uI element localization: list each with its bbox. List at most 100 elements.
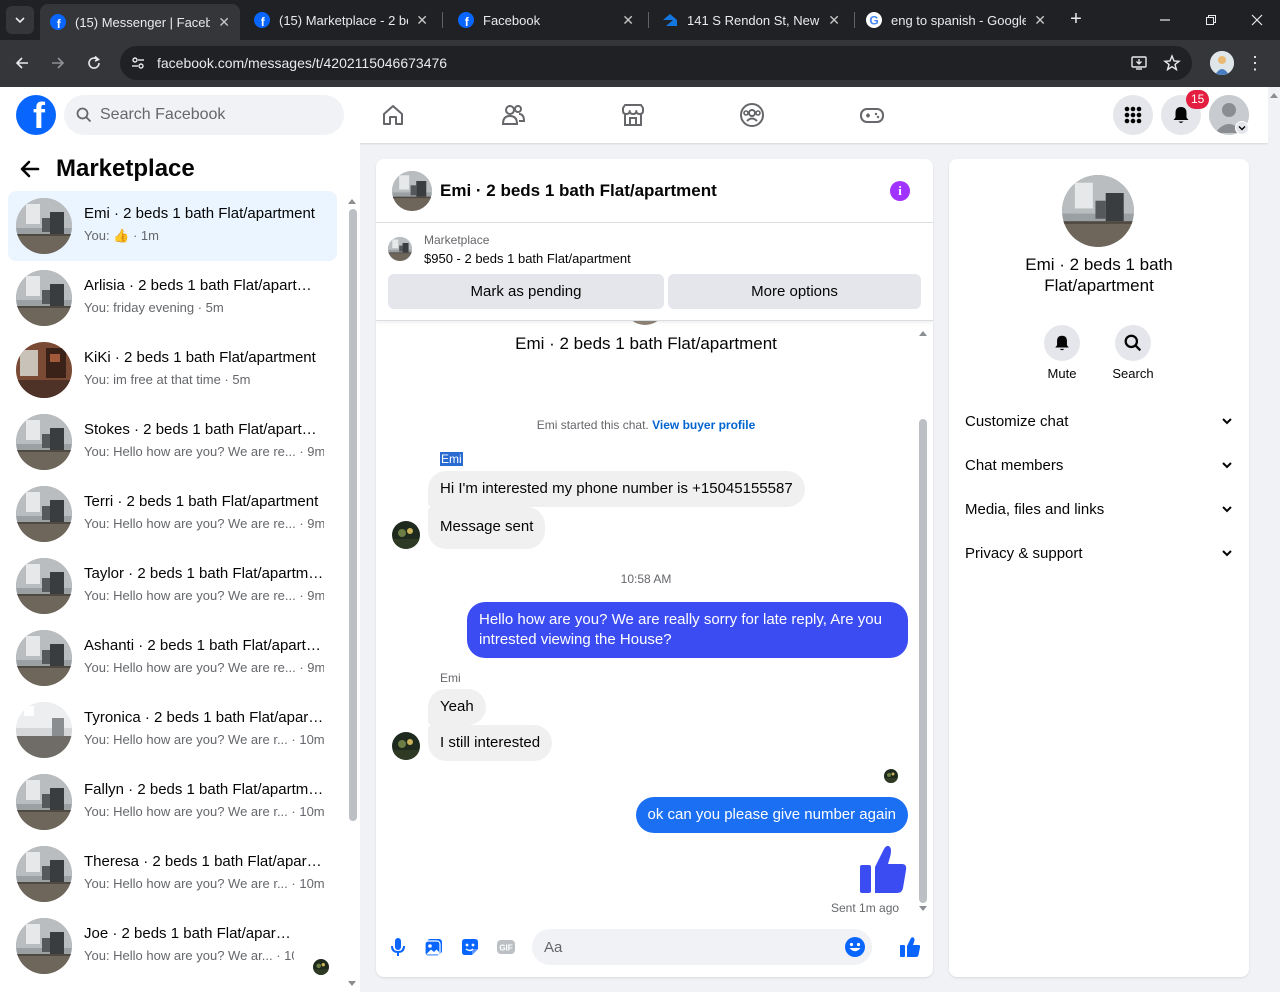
scrollbar-thumb[interactable] xyxy=(919,419,927,903)
conversation-item[interactable]: Joe · 2 beds 1 bath Flat/apartment You: … xyxy=(8,911,337,981)
incoming-message[interactable]: Message sent xyxy=(428,507,546,549)
scroll-up-icon[interactable] xyxy=(1269,91,1279,99)
message-input[interactable] xyxy=(544,929,844,965)
emoji-icon[interactable] xyxy=(844,936,866,958)
conversation-preview: You: 👍 · 1m xyxy=(84,228,159,243)
incoming-message[interactable]: Yeah xyxy=(428,689,486,725)
incoming-message[interactable]: Hi I'm interested my phone number is +15… xyxy=(428,471,805,507)
tab-title: eng to spanish - Google Search xyxy=(891,12,1027,28)
tab-title: (15) Messenger | Facebook xyxy=(75,14,211,30)
conversation-item[interactable]: Fallyn · 2 beds 1 bath Flat/apartment Yo… xyxy=(8,767,337,837)
chat-title[interactable]: Emi · 2 beds 1 bath Flat/apartment xyxy=(440,181,717,201)
photo-icon xyxy=(424,939,442,957)
conversation-name: Terri · 2 beds 1 bath Flat/apartment xyxy=(84,493,319,510)
thread-scrollbar[interactable] xyxy=(917,329,929,915)
menu-button[interactable] xyxy=(1113,95,1153,135)
tab-search-button[interactable] xyxy=(6,6,34,34)
sidebar-scrollbar[interactable] xyxy=(347,195,357,992)
scroll-down-icon[interactable] xyxy=(918,905,928,913)
bookmark-star-icon[interactable] xyxy=(1163,54,1181,72)
send-like-button[interactable] xyxy=(899,936,921,958)
sticker-button[interactable] xyxy=(459,936,481,958)
close-icon[interactable]: ✕ xyxy=(218,14,230,31)
nav-gaming[interactable] xyxy=(858,101,886,129)
outgoing-message[interactable]: ok can you please give number again xyxy=(635,797,908,833)
close-icon xyxy=(1251,14,1263,26)
conversation-item[interactable]: Theresa · 2 beds 1 bath Flat/apartment Y… xyxy=(8,839,337,909)
section-label: Privacy & support xyxy=(965,544,1083,562)
close-icon[interactable]: ✕ xyxy=(828,12,840,29)
message-thread: Emi · 2 beds 1 bath Flat/apartment Emi s… xyxy=(376,321,933,917)
site-settings-icon[interactable] xyxy=(130,55,146,71)
close-window-button[interactable] xyxy=(1234,0,1280,40)
media-files-links-row[interactable]: Media, files and links xyxy=(957,487,1241,531)
listing-price-title[interactable]: $950 - 2 beds 1 bath Flat/apartment xyxy=(424,251,631,266)
chrome-profile-avatar[interactable] xyxy=(1210,51,1234,75)
mark-as-pending-button[interactable]: Mark as pending xyxy=(388,274,664,309)
close-icon[interactable]: ✕ xyxy=(622,12,634,29)
sender-avatar[interactable] xyxy=(392,521,420,549)
nav-marketplace[interactable] xyxy=(619,101,647,129)
sender-name: Emi xyxy=(440,452,463,466)
chat-details-panel: Emi · 2 beds 1 bath Flat/apartment Mute … xyxy=(949,159,1249,977)
like-thumbs-up-icon[interactable] xyxy=(858,843,908,895)
back-button[interactable] xyxy=(10,51,34,75)
nav-home[interactable] xyxy=(379,101,407,129)
facebook-logo[interactable]: f xyxy=(16,95,56,135)
outgoing-message[interactable]: Hello how are you? We are really sorry f… xyxy=(467,602,908,658)
page-scrollbar[interactable] xyxy=(1268,87,1280,992)
voice-clip-button[interactable] xyxy=(387,936,409,958)
tab-facebook[interactable]: f Facebook ✕ xyxy=(448,4,644,36)
arrow-left-icon[interactable] xyxy=(18,157,42,181)
attach-photo-button[interactable] xyxy=(423,936,445,958)
tab-zillow[interactable]: 141 S Rendon St, New Orleans ✕ xyxy=(652,4,850,36)
scroll-up-icon[interactable] xyxy=(918,329,928,337)
conversation-item[interactable]: Stokes · 2 beds 1 bath Flat/apartment Yo… xyxy=(8,407,337,477)
conversation-item[interactable]: Arlisia · 2 beds 1 bath Flat/apartment Y… xyxy=(8,263,337,333)
conversation-name: Taylor · 2 beds 1 bath Flat/apartment xyxy=(84,565,324,582)
account-caret[interactable] xyxy=(1235,121,1249,135)
search-input[interactable] xyxy=(100,95,330,135)
mute-button[interactable]: Mute xyxy=(1032,325,1092,381)
reload-button[interactable] xyxy=(82,51,106,75)
close-icon[interactable]: ✕ xyxy=(416,12,428,29)
address-bar[interactable]: facebook.com/messages/t/4202115046673476 xyxy=(120,46,1192,80)
more-options-button[interactable]: More options xyxy=(668,274,921,309)
chat-members-row[interactable]: Chat members xyxy=(957,443,1241,487)
facebook-search[interactable] xyxy=(64,95,344,135)
incoming-message[interactable]: I still interested xyxy=(428,725,553,761)
nav-friends[interactable] xyxy=(499,101,527,129)
install-app-icon[interactable] xyxy=(1130,54,1148,72)
conversation-item[interactable]: KiKi · 2 beds 1 bath Flat/apartment You:… xyxy=(8,335,337,405)
conversation-item[interactable]: Emi · 2 beds 1 bath Flat/apartment You: … xyxy=(8,191,337,261)
tab-messenger[interactable]: f (15) Messenger | Facebook ✕ xyxy=(40,4,240,40)
scroll-down-icon[interactable] xyxy=(347,980,357,988)
chat-avatar[interactable] xyxy=(392,171,432,211)
conversation-item[interactable]: Terri · 2 beds 1 bath Flat/apartment You… xyxy=(8,479,337,549)
listing-thumbnail[interactable] xyxy=(388,237,412,261)
conversation-preview: You: Hello how are you? We are r... · 10… xyxy=(84,804,324,819)
sender-avatar[interactable] xyxy=(392,732,420,760)
gif-button[interactable]: GIF xyxy=(495,936,517,958)
privacy-support-row[interactable]: Privacy & support xyxy=(957,531,1241,575)
tab-google-search[interactable]: G eng to spanish - Google Search ✕ xyxy=(856,4,1056,36)
conversation-item[interactable]: Tyronica · 2 beds 1 bath Flat/apartment … xyxy=(8,695,337,765)
reload-icon xyxy=(88,55,100,69)
close-icon[interactable]: ✕ xyxy=(1034,12,1046,29)
tab-marketplace[interactable]: f (15) Marketplace - 2 beds ✕ xyxy=(244,4,438,36)
chrome-menu-icon[interactable]: ⋮ xyxy=(1246,51,1264,75)
new-tab-button[interactable]: + xyxy=(1064,8,1088,32)
search-conversation-button[interactable]: Search xyxy=(1103,325,1163,381)
nav-groups[interactable] xyxy=(738,101,766,129)
scroll-up-icon[interactable] xyxy=(347,197,357,205)
conversation-item[interactable]: Ashanti · 2 beds 1 bath Flat/apartment Y… xyxy=(8,623,337,693)
restore-button[interactable] xyxy=(1188,0,1234,40)
minimize-button[interactable] xyxy=(1142,0,1188,40)
forward-button[interactable] xyxy=(46,51,70,75)
info-icon[interactable]: i xyxy=(890,181,910,201)
conversation-item[interactable]: Taylor · 2 beds 1 bath Flat/apartment Yo… xyxy=(8,551,337,621)
scrollbar-thumb[interactable] xyxy=(349,209,357,821)
chat-started-notice: Emi started this chat. View buyer profil… xyxy=(376,418,916,432)
view-buyer-profile-link[interactable]: View buyer profile xyxy=(652,418,755,432)
customize-chat-row[interactable]: Customize chat xyxy=(957,399,1241,443)
